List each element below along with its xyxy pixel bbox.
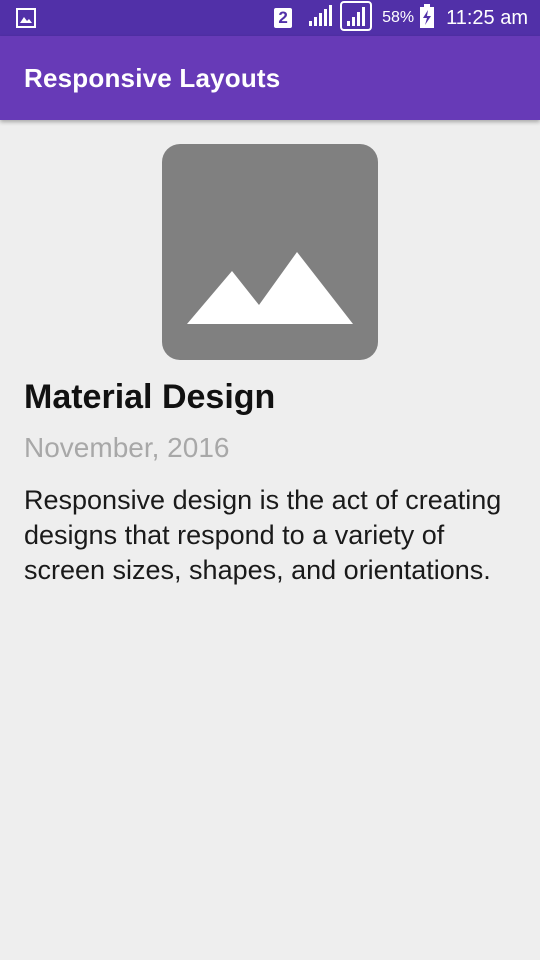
status-bar: 2 58% 11:25 am [0, 0, 540, 36]
battery-charging-icon [420, 3, 435, 33]
signal-icon [308, 4, 334, 33]
battery-percent: 58% [382, 9, 415, 26]
gallery-icon [16, 8, 36, 28]
app-title: Responsive Layouts [24, 63, 281, 93]
signal-outline-icon [340, 0, 373, 36]
article-title: Material Design [24, 378, 276, 416]
status-time: 11:25 am [446, 6, 528, 29]
article-body: Responsive design is the act of creating… [24, 485, 502, 585]
status-icons: 2 58% 11:25 am [274, 0, 528, 36]
sim-icon: 2 [274, 8, 293, 28]
image-placeholder-icon [162, 144, 378, 360]
article-date: November, 2016 [24, 432, 230, 463]
app-bar: Responsive Layouts [0, 36, 540, 120]
